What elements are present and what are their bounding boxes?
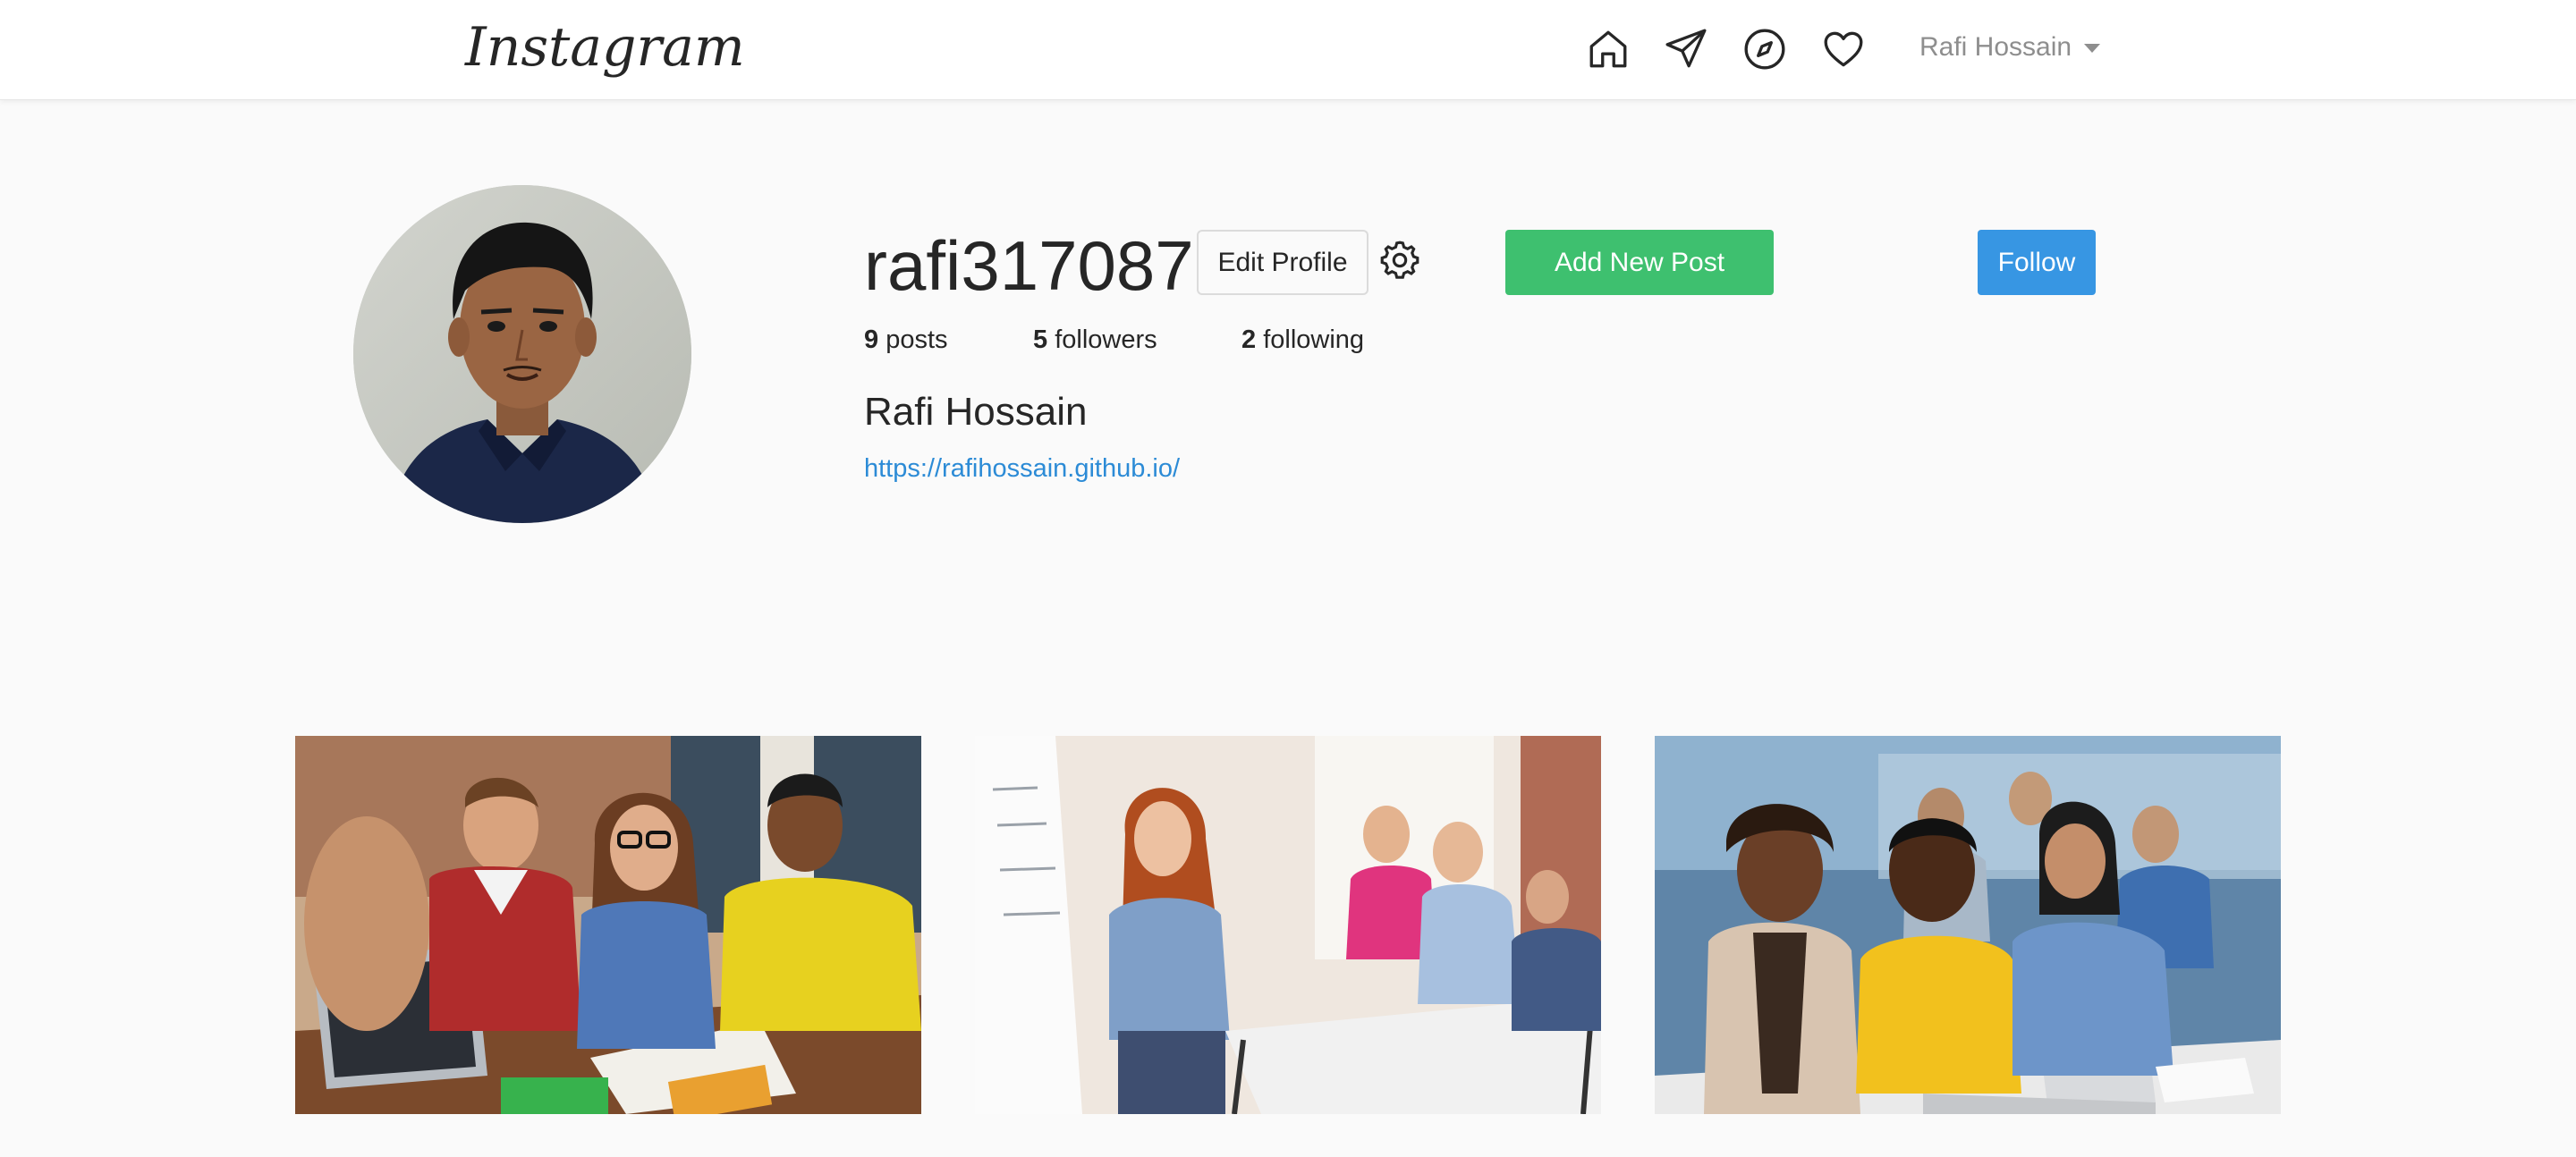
chevron-down-icon — [2084, 44, 2101, 54]
send-icon[interactable] — [1664, 27, 1708, 72]
following-count: 2 — [1241, 325, 1257, 354]
profile-username: rafi317087 — [864, 226, 1194, 305]
post-thumbnail[interactable] — [295, 736, 921, 1114]
user-menu-label: Rafi Hossain — [1919, 32, 2072, 62]
posts-stat: 9 posts — [864, 325, 948, 355]
profile-avatar[interactable] — [353, 185, 691, 523]
profile-website-link[interactable]: https://rafihossain.github.io/ — [864, 454, 1180, 484]
home-icon[interactable] — [1586, 27, 1631, 72]
followers-stat[interactable]: 5 followers — [1033, 325, 1157, 355]
compass-icon[interactable] — [1742, 27, 1787, 72]
user-menu-dropdown[interactable]: Rafi Hossain — [1919, 32, 2101, 63]
posts-label: posts — [886, 325, 948, 354]
following-stat[interactable]: 2 following — [1241, 325, 1364, 355]
post-thumbnail[interactable] — [1655, 736, 2281, 1114]
top-navbar: Instagram Rafi Hossain — [0, 0, 2576, 100]
edit-profile-button[interactable]: Edit Profile — [1197, 230, 1368, 295]
gear-icon[interactable] — [1377, 238, 1422, 283]
followers-count: 5 — [1033, 325, 1048, 354]
add-new-post-button[interactable]: Add New Post — [1505, 230, 1774, 295]
follow-button[interactable]: Follow — [1978, 230, 2096, 295]
followers-label: followers — [1055, 325, 1157, 354]
profile-full-name: Rafi Hossain — [864, 390, 1088, 434]
heart-icon[interactable] — [1821, 27, 1866, 72]
post-thumbnail[interactable] — [975, 736, 1601, 1114]
following-label: following — [1263, 325, 1365, 354]
instagram-logo[interactable]: Instagram — [465, 16, 745, 79]
posts-count: 9 — [864, 325, 879, 354]
